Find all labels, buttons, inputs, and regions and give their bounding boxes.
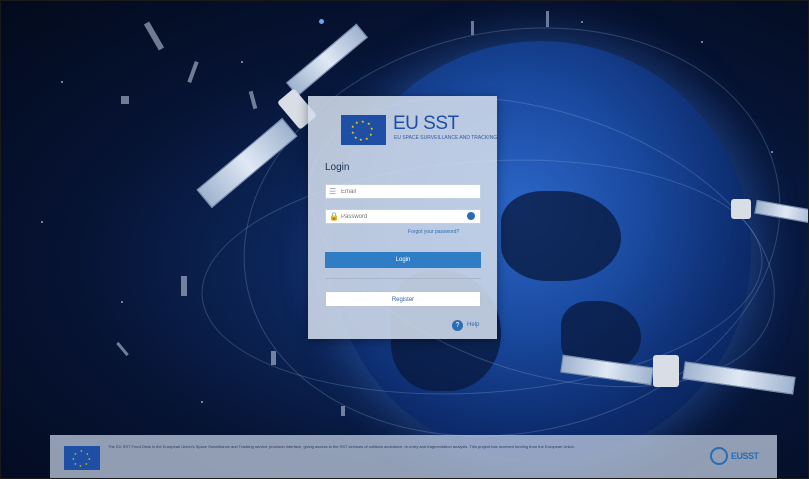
footer-disclaimer: The EU SST Front Desk is the European Un… <box>108 444 576 449</box>
debris <box>181 276 187 296</box>
forgot-password-link[interactable]: Forgot your password? <box>408 229 459 235</box>
help-label: Help <box>467 322 480 328</box>
star <box>771 151 773 153</box>
password-input[interactable] <box>341 211 461 222</box>
debris <box>116 341 129 357</box>
star <box>61 81 63 83</box>
brand-subtitle: EU SPACE SURVEILLANCE AND TRACKING <box>394 135 498 141</box>
help-link[interactable]: ? Help <box>452 320 492 332</box>
help-icon: ? <box>452 320 463 331</box>
debris <box>121 96 129 104</box>
eye-icon[interactable] <box>467 212 475 220</box>
star <box>319 19 324 24</box>
satellite-bottom-right <box>560 341 801 401</box>
email-input[interactable] <box>341 186 461 197</box>
footer-bar: ★ ★ ★ ★ ★ ★ ★ ★ The EU SST Front Desk is the… <box>50 435 777 478</box>
eu-flag-icon: ★ ★ ★ ★ ★ ★ ★ ★ <box>64 446 100 470</box>
star <box>701 41 703 43</box>
brand-title: EU SST <box>393 113 459 134</box>
debris <box>341 406 345 416</box>
password-field[interactable]: 🔒 <box>325 209 481 224</box>
eu-sst-logo: ★ ★ ★ ★ ★ ★ ★ ★ ★ ★ EU SST EU SPACE SURVEILLA… <box>341 113 497 145</box>
eu-flag-icon: ★ ★ ★ ★ ★ ★ ★ ★ ★ ★ <box>341 115 386 145</box>
lock-icon: 🔒 <box>329 212 339 221</box>
star <box>581 21 583 23</box>
satellite-right <box>711 191 808 231</box>
partner-logo: EUSST <box>710 447 768 465</box>
partner-logo-text: EUSST <box>731 451 759 461</box>
login-button[interactable]: Login <box>325 252 481 268</box>
login-card: ★ ★ ★ ★ ★ ★ ★ ★ ★ ★ EU SST EU SPACE SURVEILLA… <box>308 96 497 339</box>
star <box>121 301 123 303</box>
star <box>201 401 203 403</box>
divider <box>325 278 481 279</box>
star <box>41 221 43 223</box>
email-field[interactable]: ☰ <box>325 184 481 199</box>
app-window: ★ ★ ★ ★ ★ ★ ★ ★ ★ ★ EU SST EU SPACE SURVEILLA… <box>0 0 809 479</box>
debris <box>471 21 474 35</box>
register-button[interactable]: Register <box>325 291 481 307</box>
debris <box>143 21 165 51</box>
debris <box>546 11 549 27</box>
login-heading: Login <box>325 162 350 173</box>
ring-icon <box>710 447 728 465</box>
user-icon: ☰ <box>329 187 337 196</box>
